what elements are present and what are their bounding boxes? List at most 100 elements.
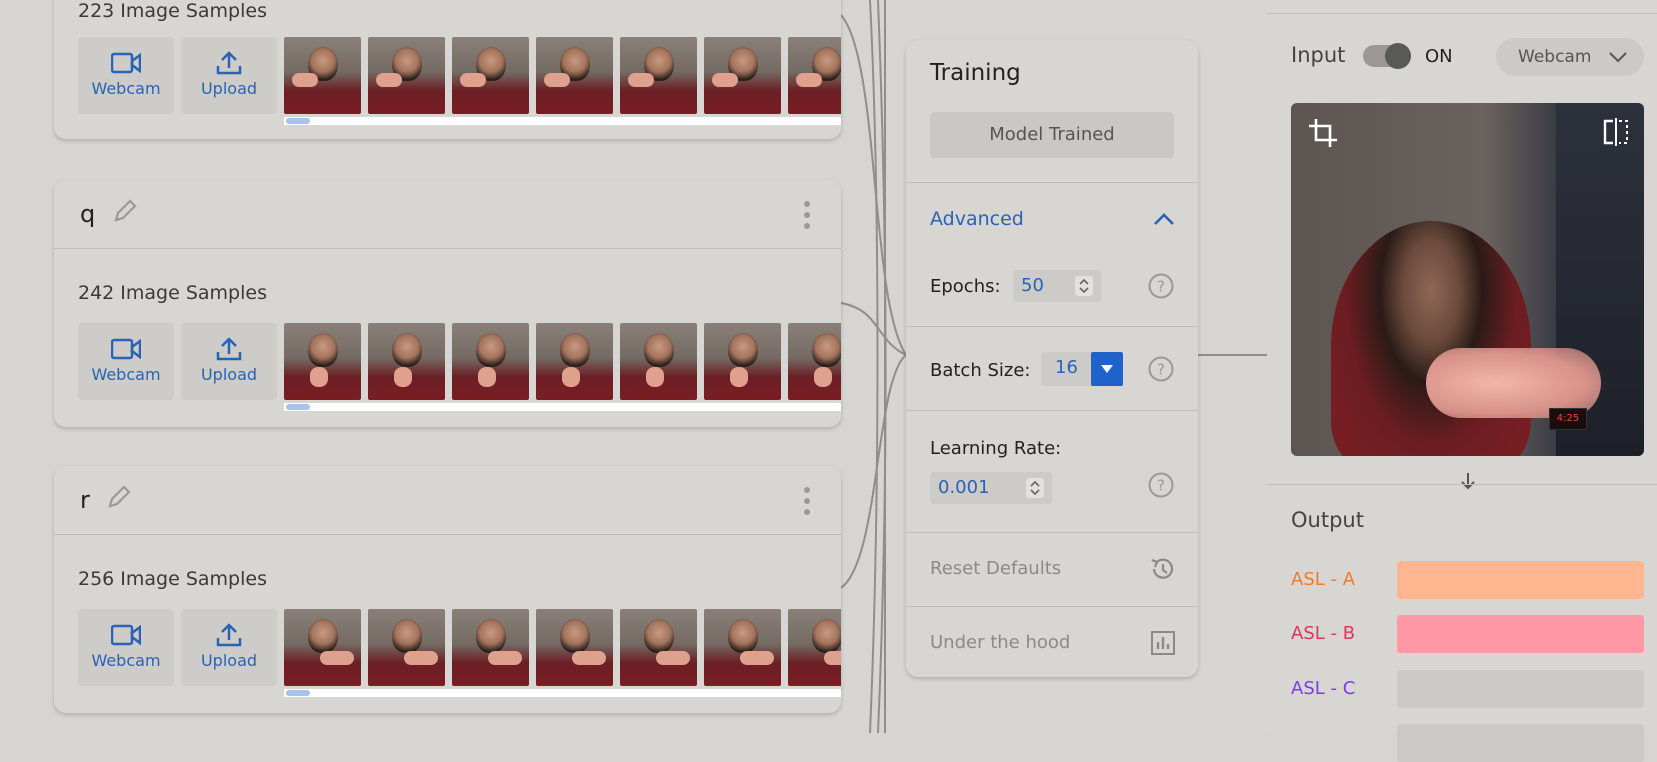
crop-icon[interactable] <box>1307 117 1339 149</box>
sample-thumbnails <box>284 609 841 686</box>
sample-thumbnail[interactable] <box>788 37 841 114</box>
class-card-q: q 242 Image Samples Webcam Upload <box>54 180 841 427</box>
confidence-bar <box>1397 670 1644 708</box>
class-name[interactable]: q <box>80 200 95 228</box>
input-toggle[interactable] <box>1363 43 1411 69</box>
chevron-down-icon <box>1609 52 1627 63</box>
sample-thumbnail[interactable] <box>536 609 613 686</box>
sample-thumbnail[interactable] <box>452 37 529 114</box>
webcam-label: Webcam <box>91 651 161 670</box>
upload-label: Upload <box>200 79 258 98</box>
webcam-button[interactable]: Webcam <box>78 37 174 114</box>
batch-size-value: 16 <box>1055 357 1078 378</box>
class-card-r: r 256 Image Samples Webcam Upload <box>54 466 841 713</box>
upload-button[interactable]: Upload <box>181 609 277 686</box>
learning-rate-input[interactable]: 0.001 <box>930 472 1052 504</box>
sample-thumbnail[interactable] <box>620 609 697 686</box>
samples-count: 223 Image Samples <box>78 0 267 22</box>
webcam-label: Webcam <box>91 79 161 98</box>
upload-icon <box>216 337 242 361</box>
webcam-icon <box>111 624 141 646</box>
output-class-label: ASL - C <box>1291 678 1356 699</box>
samples-scrollbar[interactable] <box>284 117 841 125</box>
sample-thumbnail[interactable] <box>368 37 445 114</box>
chevron-up-icon[interactable] <box>1153 212 1175 226</box>
webcam-label: Webcam <box>91 365 161 384</box>
clock-display: 4:25 <box>1549 408 1587 430</box>
svg-text:?: ? <box>1157 278 1165 296</box>
spinner-arrows-icon[interactable] <box>1075 276 1093 296</box>
pencil-icon[interactable] <box>110 196 140 226</box>
training-title: Training <box>930 60 1021 86</box>
sample-thumbnail[interactable] <box>452 609 529 686</box>
upload-button[interactable]: Upload <box>181 37 277 114</box>
webcam-preview: 4:25 <box>1291 103 1644 456</box>
sample-thumbnail[interactable] <box>284 609 361 686</box>
sample-thumbnail[interactable] <box>704 323 781 400</box>
arrow-down-icon <box>1461 473 1475 490</box>
epochs-input[interactable]: 50 <box>1013 270 1101 302</box>
sample-thumbnail[interactable] <box>788 323 841 400</box>
help-icon[interactable]: ? <box>1148 356 1174 382</box>
sample-thumbnails <box>284 323 841 400</box>
epochs-value: 50 <box>1021 275 1044 296</box>
samples-scrollbar[interactable] <box>284 403 841 411</box>
sample-thumbnail[interactable] <box>788 609 841 686</box>
more-options-icon[interactable] <box>803 486 811 516</box>
sample-thumbnail[interactable] <box>620 37 697 114</box>
input-source-label: Webcam <box>1518 47 1592 67</box>
history-icon[interactable] <box>1148 555 1176 583</box>
divider <box>1267 13 1657 14</box>
batch-size-label: Batch Size: <box>930 360 1031 381</box>
samples-scrollbar[interactable] <box>284 689 841 697</box>
confidence-bar <box>1397 561 1644 599</box>
input-source-dropdown[interactable]: Webcam <box>1496 38 1644 76</box>
divider <box>906 606 1198 607</box>
bar-chart-icon[interactable] <box>1150 630 1176 656</box>
sample-thumbnail[interactable] <box>368 609 445 686</box>
help-icon[interactable]: ? <box>1148 273 1174 299</box>
divider <box>906 410 1198 411</box>
sample-thumbnail[interactable] <box>284 323 361 400</box>
preview-panel: Input ON Webcam 4:25 Output ASL - A ASL … <box>1267 0 1657 762</box>
output-class-label: ASL - A <box>1291 569 1356 590</box>
more-options-icon[interactable] <box>803 200 811 230</box>
training-panel: Training Model Trained Advanced Epochs: … <box>906 40 1198 677</box>
class-name[interactable]: r <box>80 486 90 514</box>
spinner-arrows-icon[interactable] <box>1026 478 1044 498</box>
samples-count: 242 Image Samples <box>78 282 267 304</box>
webcam-button[interactable]: Webcam <box>78 323 174 400</box>
sample-thumbnail[interactable] <box>452 323 529 400</box>
input-label: Input <box>1291 43 1346 67</box>
under-the-hood-button[interactable]: Under the hood <box>930 632 1070 653</box>
divider <box>906 182 1198 183</box>
reset-defaults-button[interactable]: Reset Defaults <box>930 558 1061 579</box>
upload-label: Upload <box>200 651 258 670</box>
sample-thumbnail[interactable] <box>368 323 445 400</box>
sample-thumbnail[interactable] <box>704 609 781 686</box>
batch-size-dropdown[interactable] <box>1091 352 1123 386</box>
output-class-label: ASL - B <box>1291 623 1356 644</box>
sample-thumbnail[interactable] <box>536 323 613 400</box>
sample-thumbnail[interactable] <box>536 37 613 114</box>
webcam-icon <box>111 338 141 360</box>
sample-thumbnail[interactable] <box>284 37 361 114</box>
sample-thumbnail[interactable] <box>620 323 697 400</box>
pencil-icon[interactable] <box>104 482 134 512</box>
flip-icon[interactable] <box>1602 117 1630 147</box>
epochs-label: Epochs: <box>930 276 1001 297</box>
divider <box>906 532 1198 533</box>
caret-down-icon <box>1101 365 1113 373</box>
help-icon[interactable]: ? <box>1148 472 1174 498</box>
upload-icon <box>216 51 242 75</box>
train-model-button[interactable]: Model Trained <box>930 112 1174 158</box>
samples-count: 256 Image Samples <box>78 568 267 590</box>
divider <box>906 326 1198 327</box>
learning-rate-label: Learning Rate: <box>930 438 1062 459</box>
webcam-button[interactable]: Webcam <box>78 609 174 686</box>
advanced-toggle[interactable]: Advanced <box>930 208 1024 230</box>
toggle-state-label: ON <box>1425 46 1453 67</box>
upload-button[interactable]: Upload <box>181 323 277 400</box>
output-label: Output <box>1291 508 1364 532</box>
sample-thumbnail[interactable] <box>704 37 781 114</box>
